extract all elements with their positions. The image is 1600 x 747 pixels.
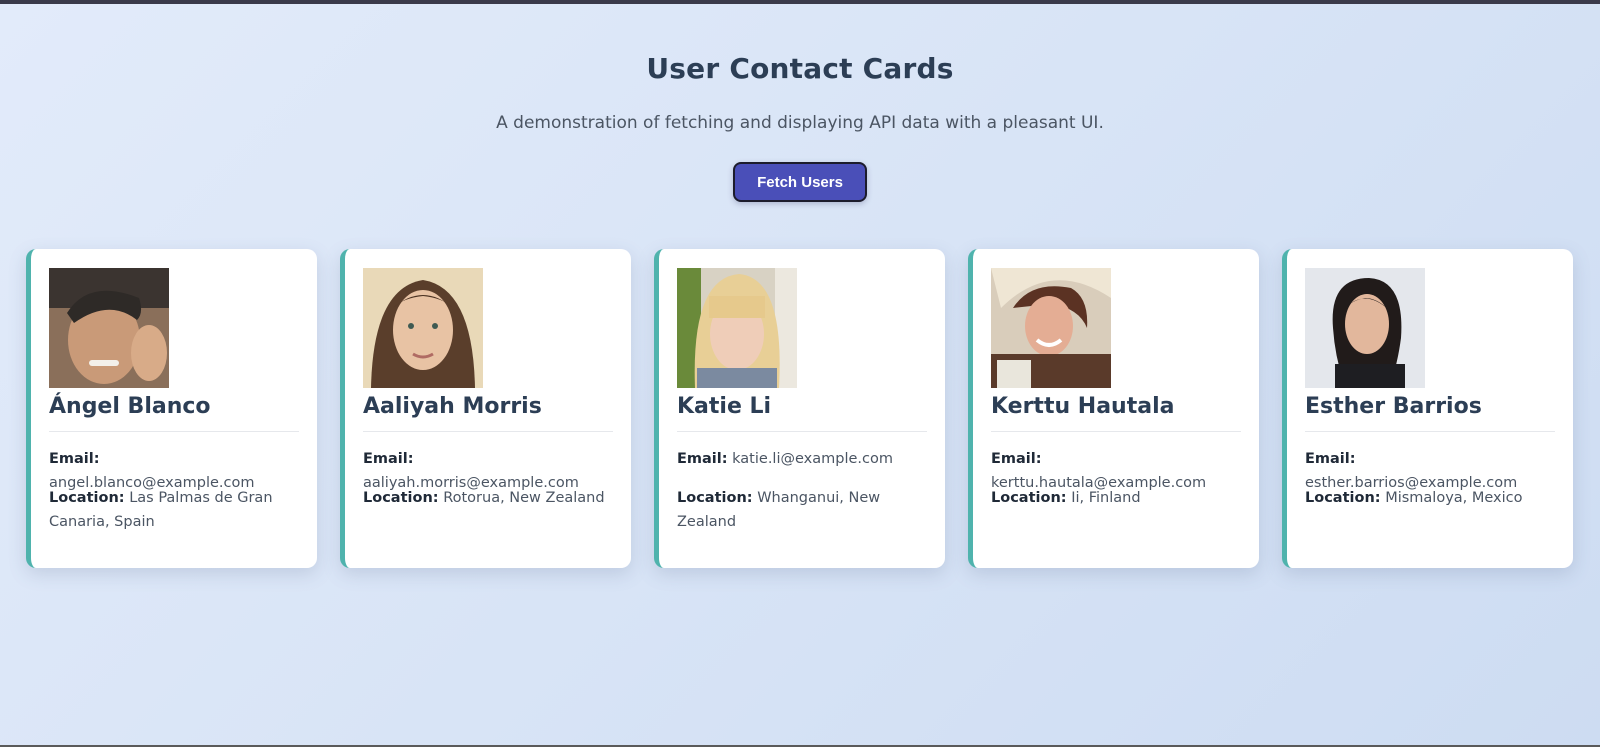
email-label: Email: bbox=[1305, 451, 1356, 467]
location-value: Mismaloya, Mexico bbox=[1385, 490, 1523, 506]
user-avatar bbox=[991, 268, 1111, 388]
location-label: Location: bbox=[991, 490, 1067, 506]
location-value: Ii, Finland bbox=[1071, 490, 1141, 506]
user-name: Katie Li bbox=[677, 394, 772, 419]
user-card: Katie Li Email: katie.li@example.com Loc… bbox=[654, 249, 945, 568]
user-card: Kerttu Hautala Email: kerttu.hautala@exa… bbox=[968, 249, 1259, 568]
page-title: User Contact Cards bbox=[646, 52, 954, 85]
user-card-list: Ángel Blanco Email: angel.blanco@example… bbox=[26, 249, 1574, 569]
divider bbox=[991, 431, 1241, 432]
location-label: Location: bbox=[363, 490, 439, 506]
location-label: Location: bbox=[1305, 490, 1381, 506]
user-avatar bbox=[677, 268, 797, 388]
email-value: katie.li@example.com bbox=[732, 451, 893, 467]
user-card: Esther Barrios Email: esther.barrios@exa… bbox=[1282, 249, 1573, 568]
email-label: Email: bbox=[677, 451, 728, 467]
window-top-border bbox=[0, 0, 1600, 4]
user-location: Location: Whanganui, New Zealand bbox=[677, 486, 932, 534]
divider bbox=[1305, 431, 1555, 432]
divider bbox=[677, 431, 927, 432]
location-label: Location: bbox=[49, 490, 125, 506]
user-name: Ángel Blanco bbox=[49, 394, 211, 419]
location-label: Location: bbox=[677, 490, 753, 506]
user-card: Aaliyah Morris Email: aaliyah.morris@exa… bbox=[340, 249, 631, 568]
fetch-users-button[interactable]: Fetch Users bbox=[733, 162, 867, 202]
user-name: Esther Barrios bbox=[1305, 394, 1482, 419]
user-avatar bbox=[49, 268, 169, 388]
divider bbox=[49, 431, 299, 432]
user-avatar bbox=[1305, 268, 1425, 388]
user-name: Aaliyah Morris bbox=[363, 394, 542, 419]
email-label: Email: bbox=[49, 451, 100, 467]
user-location: Location: Rotorua, New Zealand bbox=[363, 486, 618, 510]
location-value: Rotorua, New Zealand bbox=[443, 490, 605, 506]
user-location: Location: Las Palmas de Gran Canaria, Sp… bbox=[49, 486, 304, 534]
user-location: Location: Mismaloya, Mexico bbox=[1305, 486, 1560, 510]
user-location: Location: Ii, Finland bbox=[991, 486, 1246, 510]
user-card: Ángel Blanco Email: angel.blanco@example… bbox=[26, 249, 317, 568]
email-label: Email: bbox=[363, 451, 414, 467]
user-avatar bbox=[363, 268, 483, 388]
email-label: Email: bbox=[991, 451, 1042, 467]
user-name: Kerttu Hautala bbox=[991, 394, 1175, 419]
divider bbox=[363, 431, 613, 432]
user-email: Email: katie.li@example.com bbox=[677, 447, 932, 471]
page-subtitle: A demonstration of fetching and displayi… bbox=[496, 113, 1104, 133]
